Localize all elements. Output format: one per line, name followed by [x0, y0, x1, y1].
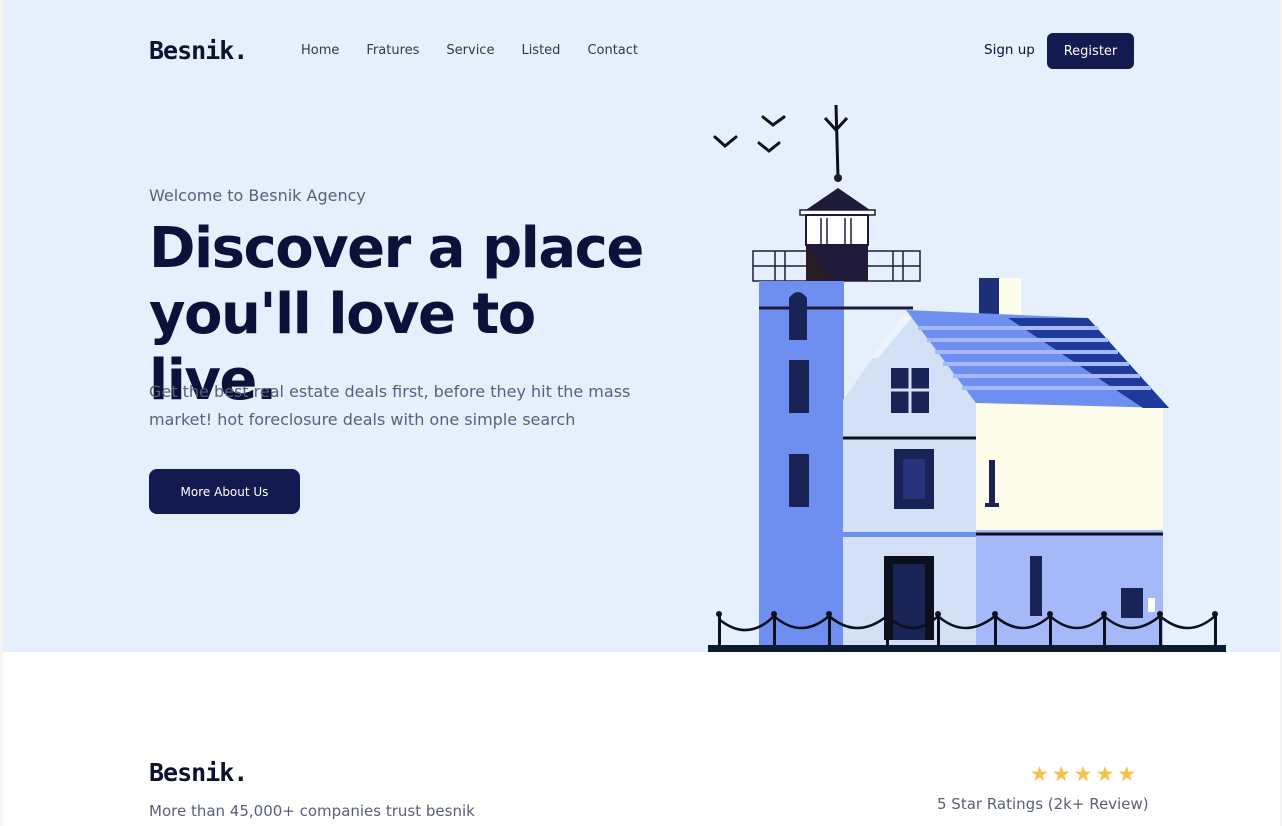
star-icon: ★ — [1073, 763, 1093, 786]
star-icon: ★ — [1030, 763, 1049, 786]
star-icon: ★ — [1051, 763, 1071, 786]
star-icon: ★ — [1117, 763, 1137, 786]
antenna-icon — [823, 104, 849, 179]
nav-item-home[interactable]: Home — [301, 43, 339, 58]
main-nav: Home Fratures Service Listed Contact — [301, 43, 665, 58]
star-rating: ★ ★ ★ ★ ★ — [1030, 764, 1136, 786]
star-icon: ★ — [1095, 763, 1115, 786]
brand-logo[interactable]: Besnik. — [149, 36, 248, 65]
page: Besnik. Home Fratures Service Listed Con… — [3, 0, 1280, 826]
birds-icon — [713, 115, 786, 153]
nav-item-service[interactable]: Service — [446, 43, 494, 58]
trust-logo: Besnik. — [149, 758, 248, 787]
rating-text: 5 Star Ratings (2k+ Review) — [937, 795, 1149, 813]
headline-line-1: Discover a place — [149, 216, 644, 281]
lighthouse-house-illustration — [708, 104, 1226, 652]
hero-section: Besnik. Home Fratures Service Listed Con… — [3, 0, 1280, 652]
trust-text: More than 45,000+ companies trust besnik — [149, 802, 475, 820]
nav-item-contact[interactable]: Contact — [587, 43, 638, 58]
nav-item-listed[interactable]: Listed — [521, 43, 560, 58]
nav-item-features[interactable]: Fratures — [366, 43, 419, 58]
signup-link[interactable]: Sign up — [984, 42, 1035, 58]
welcome-text: Welcome to Besnik Agency — [149, 186, 366, 205]
hero-subtext: Get the best real estate deals first, be… — [149, 382, 631, 429]
more-about-us-button[interactable]: More About Us — [149, 469, 300, 514]
register-button[interactable]: Register — [1047, 33, 1134, 69]
